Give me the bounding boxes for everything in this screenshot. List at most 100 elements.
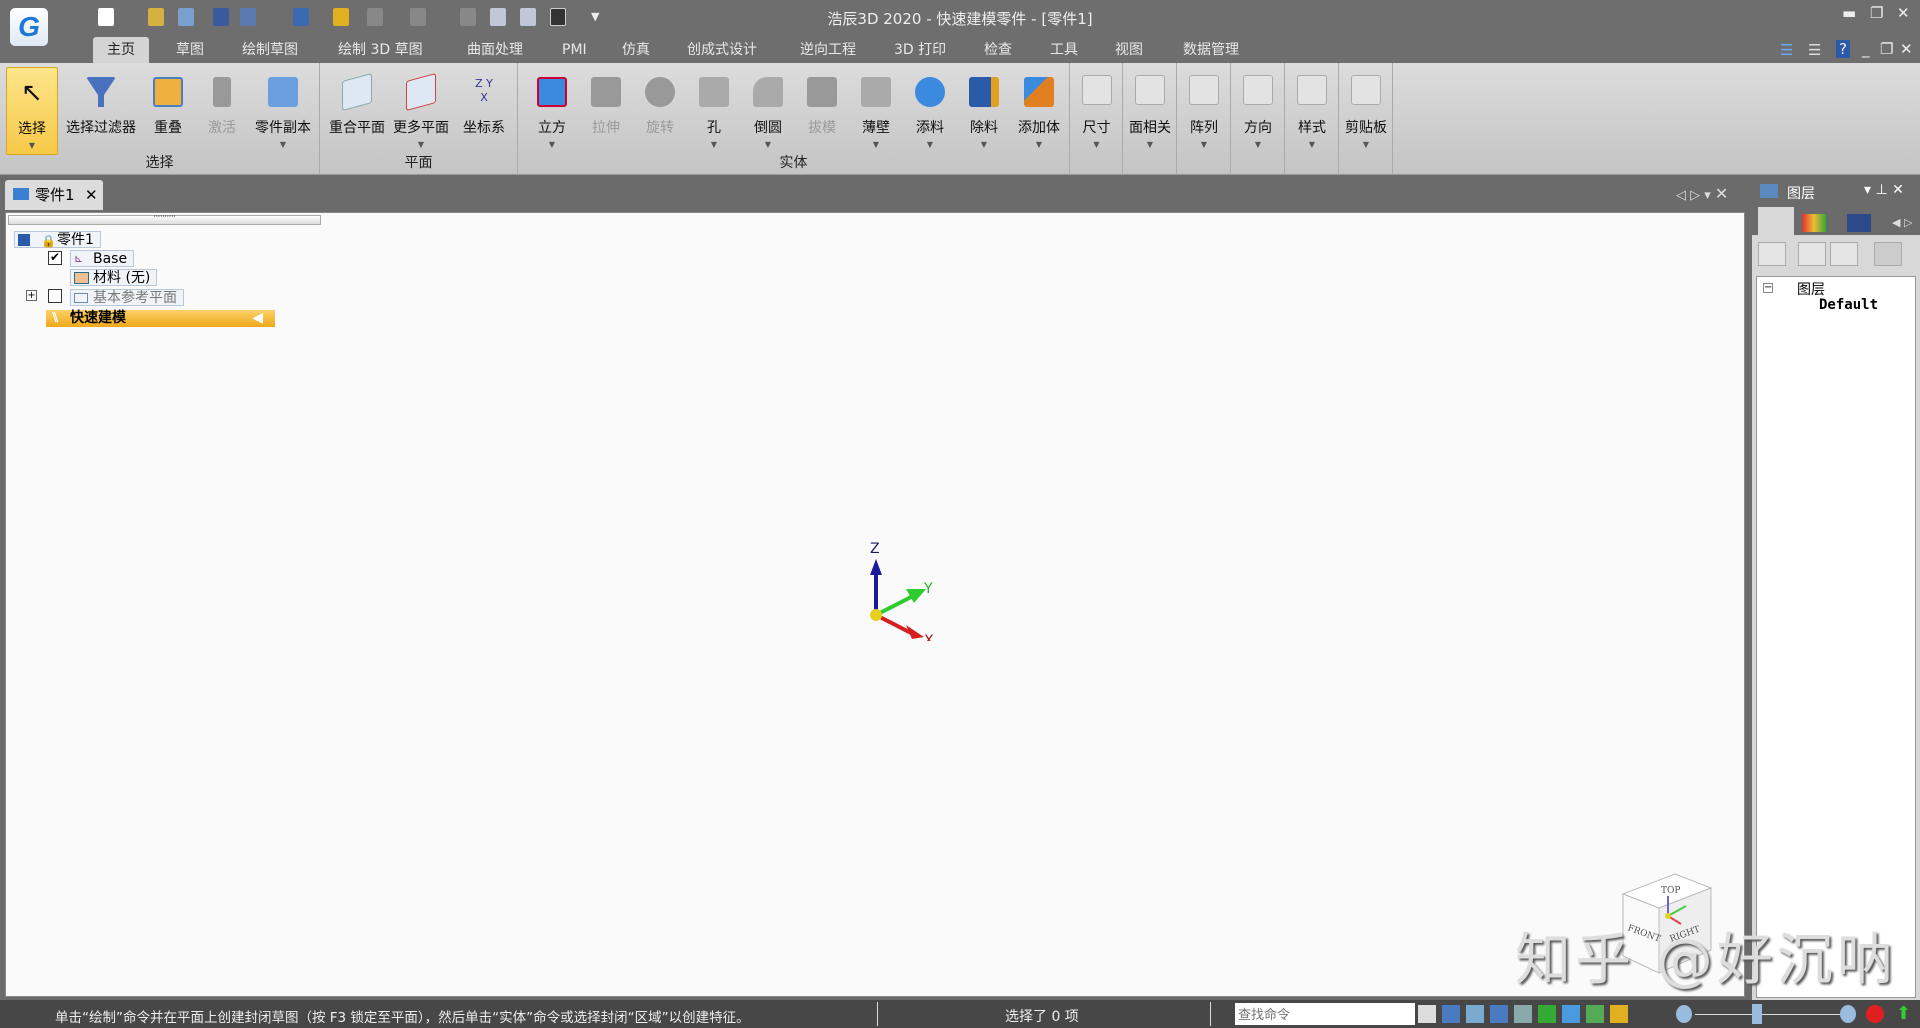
clipboard-icon[interactable]: [333, 8, 349, 26]
expand-icon[interactable]: +: [26, 290, 37, 301]
share-icon[interactable]: [1418, 1005, 1436, 1023]
recent-icon[interactable]: [178, 8, 194, 26]
restore-button[interactable]: ❐: [1870, 4, 1883, 22]
style-button[interactable]: 样式 ▼: [1285, 63, 1339, 175]
pan-icon[interactable]: [1514, 1005, 1532, 1023]
up-arrow-icon[interactable]: ⬆: [1896, 1003, 1911, 1024]
minimize-button[interactable]: ▬: [1842, 4, 1856, 22]
tab-tools[interactable]: 工具: [1036, 37, 1092, 63]
clipboard-button[interactable]: 剪贴板 ▼: [1339, 63, 1393, 175]
shading-icon[interactable]: [1610, 1005, 1628, 1023]
select-button[interactable]: ↖ 选择 ▼: [6, 67, 58, 155]
round-button[interactable]: 倒圆 ▼: [746, 67, 790, 155]
tree-item-ref-planes[interactable]: 基本参考平面: [70, 289, 184, 306]
document-tab[interactable]: 零件1 ✕: [5, 180, 103, 210]
tab-layers[interactable]: [1758, 207, 1794, 235]
hole-button[interactable]: 孔 ▼: [692, 67, 736, 155]
zoom-slider[interactable]: [1695, 1014, 1845, 1015]
customize-dropdown-icon[interactable]: ▼: [591, 10, 599, 23]
pathfinder-resize-handle[interactable]: '''''''''': [8, 215, 321, 225]
zoom-slider-thumb[interactable]: [1752, 1004, 1762, 1024]
open-icon[interactable]: [148, 8, 164, 26]
activate-button[interactable]: 激活: [196, 67, 248, 155]
collapse-arrow-icon[interactable]: ◀: [252, 310, 263, 327]
new-layer-button[interactable]: [1758, 242, 1786, 266]
quick-modeling-item[interactable]: ⑊ 快速建模 ◀: [46, 310, 275, 327]
tool2-icon[interactable]: [520, 8, 536, 26]
tree-item-base[interactable]: ⊾ Base: [70, 250, 135, 267]
close-button[interactable]: ✕: [1897, 4, 1910, 22]
calculator-icon[interactable]: [550, 8, 566, 26]
thin-wall-button[interactable]: 薄壁 ▼: [854, 67, 898, 155]
cube-button[interactable]: 立方 ▼: [530, 67, 574, 155]
tab-3d-sketch[interactable]: 绘制 3D 草图: [324, 37, 437, 63]
zoom-in-button[interactable]: [1840, 1005, 1856, 1023]
command-search-input[interactable]: [1235, 1003, 1415, 1025]
tab-data-management[interactable]: 数据管理: [1169, 37, 1253, 63]
copy-to-layer-button[interactable]: [1830, 242, 1858, 266]
move-to-layer-button[interactable]: [1798, 242, 1826, 266]
zoom-out-button[interactable]: [1676, 1005, 1692, 1023]
layout-icon[interactable]: ☰: [1780, 41, 1793, 59]
zoom-icon[interactable]: [1466, 1005, 1484, 1023]
layout2-icon[interactable]: ☰: [1808, 41, 1821, 59]
tree-item-material[interactable]: 材料 (无): [70, 269, 158, 286]
doc-minimize-button[interactable]: _: [1862, 40, 1870, 58]
tree-root[interactable]: 🔒 零件1: [14, 231, 101, 248]
tab-reverse[interactable]: 逆向工程: [786, 37, 870, 63]
remove-material-button[interactable]: 除料 ▼: [962, 67, 1006, 155]
revolve-button[interactable]: 旋转: [638, 67, 682, 155]
tab-home[interactable]: 主页: [93, 37, 149, 63]
tab-inspect[interactable]: 检查: [970, 37, 1026, 63]
save-as-icon[interactable]: [240, 8, 256, 26]
layer-default[interactable]: Default: [1819, 297, 1878, 313]
tab-pmi[interactable]: PMI: [548, 37, 601, 63]
close-tab-icon[interactable]: ✕: [85, 180, 98, 210]
tab-nav-icons[interactable]: ◁ ▷ ▾ ✕: [1676, 184, 1728, 203]
extrude-button[interactable]: 拉伸: [584, 67, 628, 155]
tab-scroll-icons[interactable]: ◀ ▷: [1892, 216, 1912, 229]
tool-icon[interactable]: [490, 8, 506, 26]
properties-icon[interactable]: [293, 8, 309, 26]
undo-icon[interactable]: [367, 8, 383, 26]
layer-option-button[interactable]: [1874, 242, 1902, 266]
coincident-plane-button[interactable]: 重合平面: [326, 67, 388, 155]
tab-simulation[interactable]: 仿真: [608, 37, 664, 63]
new-file-icon[interactable]: [98, 8, 114, 26]
dimension-button[interactable]: 尺寸 ▼: [1070, 63, 1123, 175]
zoom-area-icon[interactable]: [1442, 1005, 1460, 1023]
fit-icon[interactable]: [1490, 1005, 1508, 1023]
collapse-icon[interactable]: −: [1763, 283, 1773, 293]
panel-controls[interactable]: ▾ ⊥ ✕: [1864, 182, 1904, 198]
tab-view[interactable]: 视图: [1101, 37, 1157, 63]
part-copy-button[interactable]: 零件副本 ▼: [250, 67, 316, 155]
tab-generative[interactable]: 创成式设计: [673, 37, 771, 63]
layer-root[interactable]: 图层: [1797, 279, 1825, 299]
overlap-button[interactable]: 重叠: [146, 67, 190, 155]
tab-sketch[interactable]: 草图: [162, 37, 218, 63]
more-planes-button[interactable]: 更多平面 ▼: [390, 67, 452, 155]
spin-icon[interactable]: [1562, 1005, 1580, 1023]
tab-surface[interactable]: 曲面处理: [453, 37, 537, 63]
base-checkbox[interactable]: ✔: [48, 251, 62, 265]
ref-planes-checkbox[interactable]: [48, 289, 62, 303]
pattern-button[interactable]: 阵列 ▼: [1177, 63, 1231, 175]
orientation-button[interactable]: 方向 ▼: [1231, 63, 1285, 175]
add-body-button[interactable]: 添加体 ▼: [1012, 67, 1066, 155]
add-material-button[interactable]: 添料 ▼: [908, 67, 952, 155]
help-icon[interactable]: ?: [1836, 40, 1850, 58]
doc-restore-button[interactable]: ❐: [1880, 40, 1893, 58]
save-icon[interactable]: [213, 8, 229, 26]
tab-animation[interactable]: [1847, 214, 1871, 232]
record-icon[interactable]: [1866, 1005, 1884, 1023]
draft-button[interactable]: 拔模: [800, 67, 844, 155]
coordinate-system-button[interactable]: Z Y X 坐标系: [456, 67, 512, 155]
app-logo[interactable]: G: [10, 8, 48, 46]
tab-appearance[interactable]: [1802, 214, 1826, 232]
rotate-icon[interactable]: [1538, 1005, 1556, 1023]
tab-3d-print[interactable]: 3D 打印: [880, 37, 960, 63]
graphics-area[interactable]: '''''''''' 🔒 零件1 ✔ ⊾ Base 材料 (无) + 基本参考平面 …: [5, 212, 1745, 997]
redo-icon[interactable]: [410, 8, 426, 26]
view-style-icon[interactable]: [1586, 1005, 1604, 1023]
doc-close-button[interactable]: ✕: [1900, 40, 1913, 58]
